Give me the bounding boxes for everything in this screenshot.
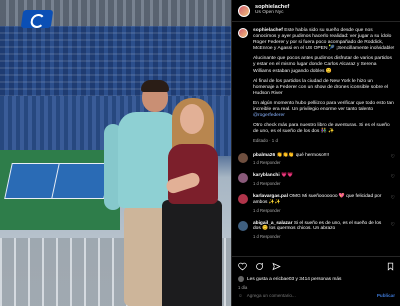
comment-item: abigail_a_salazar Si el sueño es de uno,…	[238, 220, 395, 239]
comment-heart-icon[interactable]: ♡	[391, 195, 395, 201]
caption-paragraph-5: Otro check más para nuestro libro de ave…	[253, 123, 390, 135]
comment-username[interactable]: abigail_a_salazar	[253, 221, 292, 226]
caption-paragraph-2: Alucinante que pocos antes pudimos disfr…	[253, 56, 392, 74]
bookmark-icon[interactable]	[386, 262, 395, 271]
comment-item: karyblanchi 💗💗 1 d Responder ♡	[238, 173, 395, 186]
caption-avatar[interactable]	[238, 28, 248, 38]
liker-avatar	[238, 276, 244, 282]
likes-summary[interactable]: Les gusta a ericbae03 y 3414 personas má…	[238, 276, 395, 282]
post-location[interactable]: Us Open Nyc	[255, 11, 289, 16]
comment-username[interactable]: karlavargas.pal	[253, 194, 288, 199]
caption-username[interactable]: sophielachef	[253, 28, 283, 33]
emoji-icon[interactable]: ☺	[238, 293, 243, 298]
comment-avatar[interactable]	[238, 152, 248, 163]
post-header: sophielachef Us Open Nyc	[232, 0, 400, 22]
comment-text: 💗💗	[281, 173, 293, 179]
comment-avatar[interactable]	[238, 173, 248, 184]
share-icon[interactable]	[272, 262, 281, 271]
woman-face	[180, 104, 204, 134]
comment-text: 👏👏👏 qué hermoso!!!!	[276, 152, 330, 158]
post-details-panel: sophielachef Us Open Nyc sophielachef Es…	[231, 0, 400, 306]
publish-button[interactable]: Publicar	[377, 293, 395, 298]
comment-heart-icon[interactable]: ♡	[391, 174, 395, 180]
post-actions: Les gusta a ericbae03 y 3414 personas má…	[232, 256, 400, 306]
woman-skirt	[162, 200, 222, 306]
comment-username[interactable]: pbalma26	[253, 153, 275, 158]
comment-meta[interactable]: 1 d Responder	[253, 208, 383, 213]
post-date: 1 día	[238, 285, 248, 290]
comment-heart-icon[interactable]: ♡	[391, 154, 395, 160]
mention-link[interactable]: @rogerfederer	[253, 113, 285, 118]
caption-paragraph-4: En algún momento hubo pelliizco para ver…	[253, 100, 394, 113]
comment-avatar[interactable]	[238, 220, 248, 231]
comment-username[interactable]: karyblanchi	[253, 173, 280, 178]
comment-meta[interactable]: 1 d Responder	[253, 181, 383, 186]
add-comment-input[interactable]: Agrega un comentario...	[247, 293, 296, 298]
post-body: sophielachef Este había sido su sueño de…	[232, 24, 400, 256]
caption: sophielachef Este había sido su sueño de…	[238, 28, 395, 145]
add-comment-row: ☺ Agrega un comentario... Publicar	[238, 293, 395, 298]
avatar[interactable]	[238, 4, 250, 17]
caption-paragraph-3: Al final de los partidos la ciudad de Ne…	[253, 78, 389, 96]
comment-heart-icon[interactable]: ♡	[391, 222, 395, 228]
heart-icon[interactable]	[238, 262, 247, 271]
likes-text: Les gusta a ericbae03 y 3414 personas má…	[247, 276, 342, 282]
comment-meta[interactable]: 1 d Responder	[253, 234, 383, 239]
comment-avatar[interactable]	[238, 194, 248, 205]
comment-item: karlavargas.pal OMG Mi sueñooooooo 💖 que…	[238, 194, 395, 213]
man-hair	[141, 80, 169, 92]
comment-icon[interactable]	[255, 262, 264, 271]
comment-meta[interactable]: 1 d Responder	[253, 160, 383, 165]
comments-list: pbalma26 👏👏👏 qué hermoso!!!! 1 d Responde…	[238, 152, 395, 239]
us-open-logo-icon	[20, 10, 54, 28]
edited-timestamp: Editado · 1 d	[253, 138, 278, 144]
comment-item: pbalma26 👏👏👏 qué hermoso!!!! 1 d Responde…	[238, 152, 395, 165]
post-photo[interactable]	[0, 0, 231, 306]
